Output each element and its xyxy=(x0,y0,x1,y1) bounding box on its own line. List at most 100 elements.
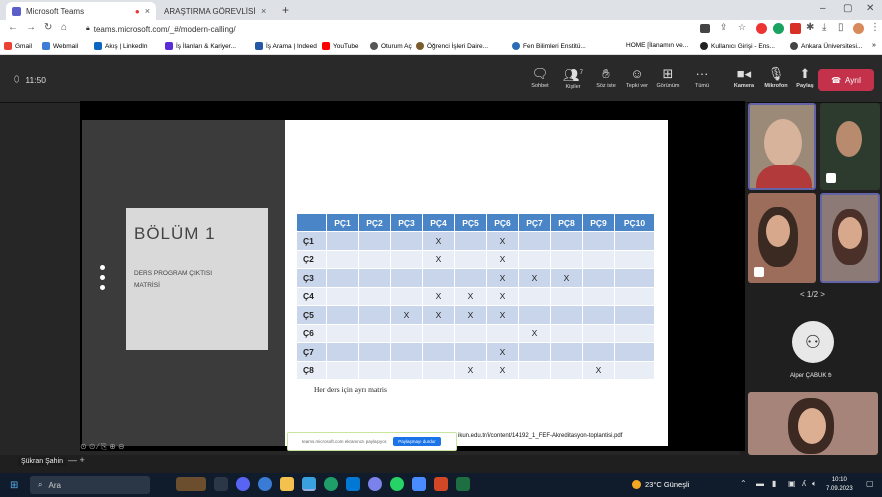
back-icon[interactable]: ← xyxy=(8,22,18,33)
sidepanel-icon[interactable]: ▯ xyxy=(838,22,844,33)
excel-icon[interactable] xyxy=(456,477,470,491)
display-icon[interactable]: ▣ xyxy=(788,479,796,488)
bookmark-webmail[interactable]: Webmail xyxy=(42,42,78,50)
matrix-cell: X xyxy=(390,305,423,325)
bookmark-fen-bilimleri[interactable]: Fen Bilimleri Enstitü... xyxy=(512,42,586,50)
notification-icon[interactable]: ▢ xyxy=(866,479,874,488)
bookmark-home[interactable]: HOME [İlanamın ve... xyxy=(626,42,688,49)
language-icon[interactable]: ʎ xyxy=(802,479,806,488)
matrix-body: Ç1 X X Ç2 X X Ç3 X X X Ç4 X X X Ç5 X X X X Ç6 X Ç7 X Ç8 X X X xyxy=(296,231,655,380)
matrix-cell: X xyxy=(486,249,519,269)
network-icon[interactable]: ▬ xyxy=(756,479,764,488)
zoom-icon[interactable] xyxy=(258,477,272,491)
raise-hand-button[interactable]: ✋︎ Söz iste xyxy=(590,67,622,89)
battery-icon[interactable]: ▮ xyxy=(772,479,776,488)
file-explorer-icon[interactable] xyxy=(280,477,294,491)
camera-button[interactable]: ■◂ Kamera xyxy=(728,67,760,89)
bookmark-linkedin[interactable]: Akış | LinkedIn xyxy=(94,42,148,50)
edge-icon[interactable] xyxy=(324,477,338,491)
matrix-row: Ç8 X X X xyxy=(296,360,655,380)
whatsapp-icon[interactable] xyxy=(390,477,404,491)
forward-icon[interactable]: → xyxy=(26,22,36,33)
teams-icon[interactable] xyxy=(368,477,382,491)
close-tab-icon[interactable]: × xyxy=(145,6,150,16)
camera-icon: ■◂ xyxy=(736,66,752,81)
self-video[interactable] xyxy=(748,392,878,455)
participant-video[interactable] xyxy=(748,193,816,283)
bookmark-ogrenci-isleri[interactable]: Öğrenci İşleri Daire... xyxy=(416,42,488,50)
chrome-icon[interactable] xyxy=(302,477,316,491)
volume-icon[interactable]: 🔈︎ xyxy=(812,479,817,489)
participant-video[interactable] xyxy=(820,103,880,190)
matrix-cell xyxy=(614,323,655,343)
opera-extension-icon[interactable] xyxy=(756,23,767,34)
zoom-controls[interactable]: — + xyxy=(68,455,85,465)
stop-sharing-button[interactable]: Paylaşmayı durdur xyxy=(393,437,441,446)
chat-button[interactable]: 🗨︎ Sohbet xyxy=(524,67,556,89)
discord-icon[interactable] xyxy=(236,477,250,491)
pdf-url-text: ikun.edu.tr/i/content/14192_1_FEF-Akredi… xyxy=(458,433,623,439)
new-tab-button[interactable]: + xyxy=(282,3,289,17)
bookmark-ankara-universitesi[interactable]: Ankara Üniversitesi... xyxy=(790,42,862,50)
extensions-puzzle-icon[interactable]: ✱ xyxy=(806,22,814,33)
leave-button[interactable]: ☎︎ Ayrıl xyxy=(818,69,874,91)
matrix-row: Ç6 X xyxy=(296,323,655,343)
react-button[interactable]: ☺ Tepki ver xyxy=(621,67,653,89)
participant-avatar-icon: ⚇ xyxy=(792,321,834,363)
more-bookmarks-icon[interactable]: » xyxy=(872,42,876,49)
bookmark-indeed[interactable]: İş Arama | Indeed xyxy=(255,42,317,50)
browser-tab-2[interactable]: ARAŞTIRMA GÖREVLİSİ DUYGU × xyxy=(158,2,278,20)
profile-avatar[interactable] xyxy=(853,23,864,34)
participant-video[interactable] xyxy=(820,193,880,283)
tray-chevron-icon[interactable]: ⌃ xyxy=(740,479,747,488)
search-highlight-icon[interactable] xyxy=(176,477,206,491)
restore-icon[interactable]: ▢ xyxy=(843,3,852,14)
view-button[interactable]: ⊞ Görünüm xyxy=(652,67,684,89)
download-icon[interactable]: ⤓ xyxy=(822,22,826,33)
share-button[interactable]: ⬆︎ Paylaş xyxy=(789,67,821,89)
browser-tab-teams[interactable]: Microsoft Teams ● × xyxy=(6,2,156,20)
raise-hand-icon: ✋︎ xyxy=(602,66,610,81)
bookmark-star-icon[interactable]: ☆ xyxy=(738,22,746,33)
camera-indicator-icon[interactable] xyxy=(700,24,710,33)
matrix-cell xyxy=(550,286,583,306)
matrix-cell xyxy=(582,268,615,288)
close-tab-icon[interactable]: × xyxy=(261,6,266,16)
more-button[interactable]: ··· Tümü xyxy=(686,67,718,89)
bookmark-oturum-ac[interactable]: Oturum Aç xyxy=(370,42,412,50)
matrix-column-header: PÇ8 xyxy=(550,213,583,232)
matrix-cell xyxy=(550,360,583,380)
app-icon[interactable] xyxy=(412,477,426,491)
participant-pager[interactable]: < 1/2 > xyxy=(800,290,825,299)
minimize-icon[interactable]: – xyxy=(820,3,826,14)
extension-icon[interactable] xyxy=(773,23,784,34)
reload-icon[interactable]: ↻ xyxy=(44,22,52,33)
matrix-column-header: PÇ6 xyxy=(486,213,519,232)
menu-kebab-icon[interactable]: ⋮ xyxy=(870,22,880,33)
taskbar-search[interactable]: ⌕ Ara xyxy=(30,476,150,494)
annotation-toolbar[interactable]: ⊙⊙⁄⎘⊕⊖ xyxy=(80,442,127,452)
bookmark-youtube[interactable]: YouTube xyxy=(322,42,359,50)
bookmark-kullanici-girisi[interactable]: Kullanıcı Girişi - Ens... xyxy=(700,42,775,50)
bookmark-kariyer[interactable]: İş İlanları & Kariyer... xyxy=(165,42,236,50)
microphone-button[interactable]: 🎙︎ Mikrofon xyxy=(760,67,792,89)
taskbar-clock[interactable]: 10:10 7.09.2023 xyxy=(826,476,853,494)
home-icon[interactable]: ⌂ xyxy=(61,22,67,33)
extension-icon[interactable] xyxy=(790,23,801,34)
matrix-cell xyxy=(582,286,615,306)
powerpoint-icon[interactable] xyxy=(434,477,448,491)
participant-video[interactable] xyxy=(748,103,816,190)
weather-widget[interactable]: 23°C Güneşli xyxy=(632,480,689,489)
matrix-cell xyxy=(390,231,423,251)
bookmark-gmail[interactable]: Gmail xyxy=(4,42,32,50)
windows-start-icon[interactable]: ⊞ xyxy=(10,480,18,491)
people-button[interactable]: 👥︎7 Kişiler xyxy=(557,67,589,90)
task-view-icon[interactable] xyxy=(214,477,228,491)
close-window-icon[interactable]: ✕ xyxy=(866,3,874,14)
store-icon[interactable] xyxy=(346,477,360,491)
matrix-column-header: PÇ7 xyxy=(518,213,551,232)
matrix-cell: X xyxy=(454,360,487,380)
matrix-cell xyxy=(358,305,391,325)
url-field[interactable]: 🔒︎ teams.microsoft.com/_#/modern-calling… xyxy=(86,22,526,36)
share-page-icon[interactable]: ⇪ xyxy=(720,22,728,33)
